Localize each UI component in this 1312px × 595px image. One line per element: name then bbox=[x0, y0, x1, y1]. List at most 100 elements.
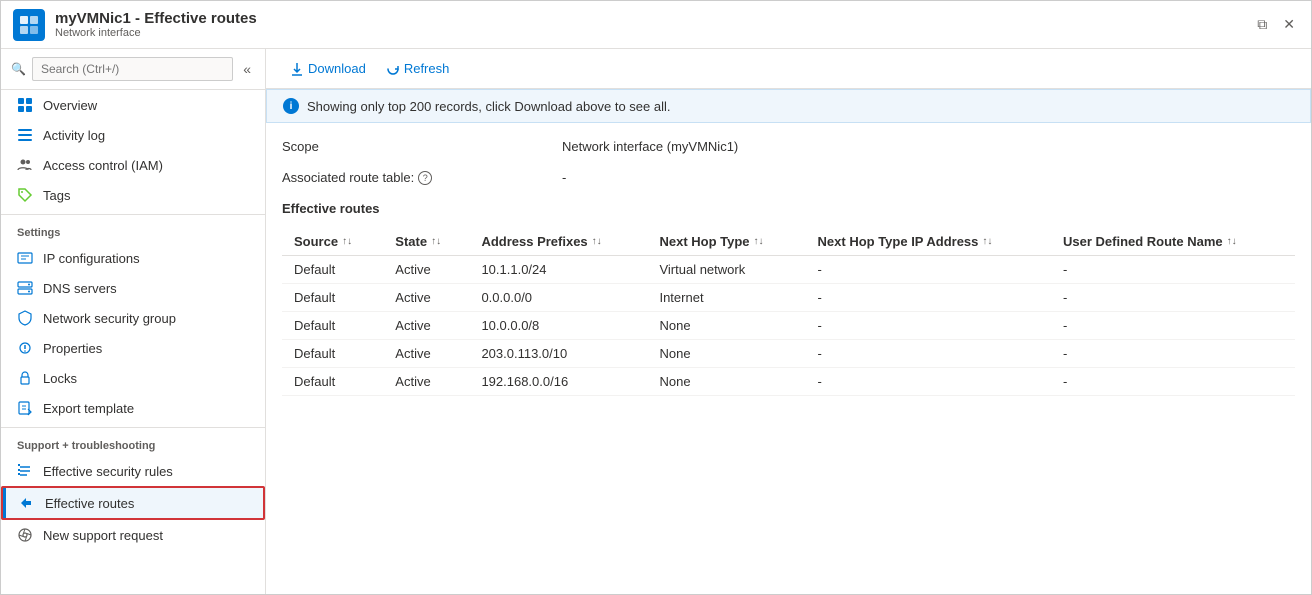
sort-icon[interactable]: ↑↓ bbox=[431, 236, 441, 247]
sidebar-item-label: Activity log bbox=[43, 128, 105, 143]
sidebar-item-label: DNS servers bbox=[43, 281, 117, 296]
table-cell: 192.168.0.0/16 bbox=[469, 368, 647, 396]
table-cell: Active bbox=[383, 340, 469, 368]
list-icon bbox=[17, 127, 33, 143]
sidebar-item-dns-servers[interactable]: DNS servers bbox=[1, 273, 265, 303]
lock-icon bbox=[17, 370, 33, 386]
table-cell: 0.0.0.0/0 bbox=[469, 284, 647, 312]
table-cell: - bbox=[806, 312, 1051, 340]
table-cell: - bbox=[806, 340, 1051, 368]
titlebar: myVMNic1 - Effective routes Network inte… bbox=[1, 1, 1311, 49]
sort-icon[interactable]: ↑↓ bbox=[1227, 236, 1237, 247]
route-table-label-group: Associated route table: ? bbox=[282, 170, 562, 185]
sort-icon[interactable]: ↑↓ bbox=[592, 236, 602, 247]
sidebar-item-label: Properties bbox=[43, 341, 102, 356]
col-address-prefixes: Address Prefixes ↑↓ bbox=[469, 228, 647, 256]
search-input[interactable] bbox=[32, 57, 233, 81]
sidebar-item-properties[interactable]: Properties bbox=[1, 333, 265, 363]
content-area: Download Refresh i Showing only top 200 … bbox=[266, 49, 1311, 594]
col-state: State ↑↓ bbox=[383, 228, 469, 256]
sidebar-item-overview[interactable]: Overview bbox=[1, 90, 265, 120]
scope-value: Network interface (myVMNic1) bbox=[562, 139, 738, 154]
table-cell: 203.0.113.0/10 bbox=[469, 340, 647, 368]
sidebar-item-new-support-request[interactable]: New support request bbox=[1, 520, 265, 550]
routes-icon bbox=[19, 495, 35, 511]
security-icon bbox=[17, 463, 33, 479]
table-cell: Default bbox=[282, 340, 383, 368]
table-row: DefaultActive10.0.0.0/8None-- bbox=[282, 312, 1295, 340]
table-cell: - bbox=[806, 368, 1051, 396]
route-table-row: Associated route table: ? - bbox=[282, 170, 1295, 185]
col-user-defined: User Defined Route Name ↑↓ bbox=[1051, 228, 1295, 256]
sort-icon[interactable]: ↑↓ bbox=[342, 236, 352, 247]
sidebar-item-locks[interactable]: Locks bbox=[1, 363, 265, 393]
sidebar-item-access-control[interactable]: Access control (IAM) bbox=[1, 150, 265, 180]
table-cell: - bbox=[806, 256, 1051, 284]
info-icon: i bbox=[283, 98, 299, 114]
refresh-button[interactable]: Refresh bbox=[378, 57, 458, 80]
sidebar-item-ip-configurations[interactable]: IP configurations bbox=[1, 243, 265, 273]
table-row: DefaultActive192.168.0.0/16None-- bbox=[282, 368, 1295, 396]
sidebar-item-effective-routes[interactable]: Effective routes bbox=[1, 486, 265, 520]
table-cell: - bbox=[1051, 368, 1295, 396]
table-cell: - bbox=[1051, 312, 1295, 340]
sort-icon[interactable]: ↑↓ bbox=[982, 236, 992, 247]
route-table-value: - bbox=[562, 170, 566, 185]
scope-row: Scope Network interface (myVMNic1) bbox=[282, 139, 1295, 154]
main-window: myVMNic1 - Effective routes Network inte… bbox=[0, 0, 1312, 595]
tag-icon bbox=[17, 187, 33, 203]
route-table-label: Associated route table: bbox=[282, 170, 414, 185]
sidebar-item-network-security-group[interactable]: Network security group bbox=[1, 303, 265, 333]
pin-button[interactable]: ⧉ bbox=[1253, 12, 1271, 37]
table-cell: None bbox=[647, 340, 805, 368]
table-cell: - bbox=[1051, 284, 1295, 312]
table-cell: Virtual network bbox=[647, 256, 805, 284]
settings-section-label: Settings bbox=[1, 214, 265, 243]
table-cell: None bbox=[647, 368, 805, 396]
table-cell: - bbox=[1051, 256, 1295, 284]
table-cell: None bbox=[647, 312, 805, 340]
grid-icon bbox=[17, 97, 33, 113]
sidebar-item-export-template[interactable]: Export template bbox=[1, 393, 265, 423]
props-icon bbox=[17, 340, 33, 356]
nsg-icon bbox=[17, 310, 33, 326]
table-row: DefaultActive0.0.0.0/0Internet-- bbox=[282, 284, 1295, 312]
search-box: 🔍 « bbox=[1, 49, 265, 90]
refresh-label: Refresh bbox=[404, 61, 450, 76]
table-cell: Active bbox=[383, 284, 469, 312]
sidebar-item-label: Tags bbox=[43, 188, 70, 203]
table-row: DefaultActive203.0.113.0/10None-- bbox=[282, 340, 1295, 368]
table-cell: - bbox=[806, 284, 1051, 312]
sidebar-item-tags[interactable]: Tags bbox=[1, 180, 265, 210]
help-icon[interactable]: ? bbox=[418, 171, 432, 185]
sidebar-item-activity-log[interactable]: Activity log bbox=[1, 120, 265, 150]
table-cell: - bbox=[1051, 340, 1295, 368]
table-header-row: Source ↑↓ State ↑↓ bbox=[282, 228, 1295, 256]
table-cell: Active bbox=[383, 368, 469, 396]
titlebar-left: myVMNic1 - Effective routes Network inte… bbox=[13, 9, 257, 41]
info-message: Showing only top 200 records, click Down… bbox=[307, 99, 671, 114]
sort-icon[interactable]: ↑↓ bbox=[754, 236, 764, 247]
table-row: DefaultActive10.1.1.0/24Virtual network-… bbox=[282, 256, 1295, 284]
collapse-button[interactable]: « bbox=[239, 61, 255, 77]
sidebar-item-effective-security-rules[interactable]: Effective security rules bbox=[1, 456, 265, 486]
titlebar-actions: ⧉ ✕ bbox=[1253, 12, 1299, 37]
page-subtitle: Network interface bbox=[55, 27, 257, 39]
table-cell: Active bbox=[383, 256, 469, 284]
info-bar: i Showing only top 200 records, click Do… bbox=[266, 89, 1311, 123]
sidebar-item-label: Network security group bbox=[43, 311, 176, 326]
main-area: 🔍 « Overview Activity log bbox=[1, 49, 1311, 594]
sidebar-item-label: Overview bbox=[43, 98, 97, 113]
support-section-label: Support + troubleshooting bbox=[1, 427, 265, 456]
close-button[interactable]: ✕ bbox=[1279, 12, 1299, 37]
table-cell: Internet bbox=[647, 284, 805, 312]
sidebar-item-label: New support request bbox=[43, 528, 163, 543]
titlebar-text: myVMNic1 - Effective routes Network inte… bbox=[55, 10, 257, 39]
download-label: Download bbox=[308, 61, 366, 76]
sidebar: 🔍 « Overview Activity log bbox=[1, 49, 266, 594]
sidebar-item-label: Effective security rules bbox=[43, 464, 173, 479]
content-inner: Scope Network interface (myVMNic1) Assoc… bbox=[266, 123, 1311, 594]
table-cell: 10.1.1.0/24 bbox=[469, 256, 647, 284]
download-button[interactable]: Download bbox=[282, 57, 374, 80]
table-cell: Active bbox=[383, 312, 469, 340]
